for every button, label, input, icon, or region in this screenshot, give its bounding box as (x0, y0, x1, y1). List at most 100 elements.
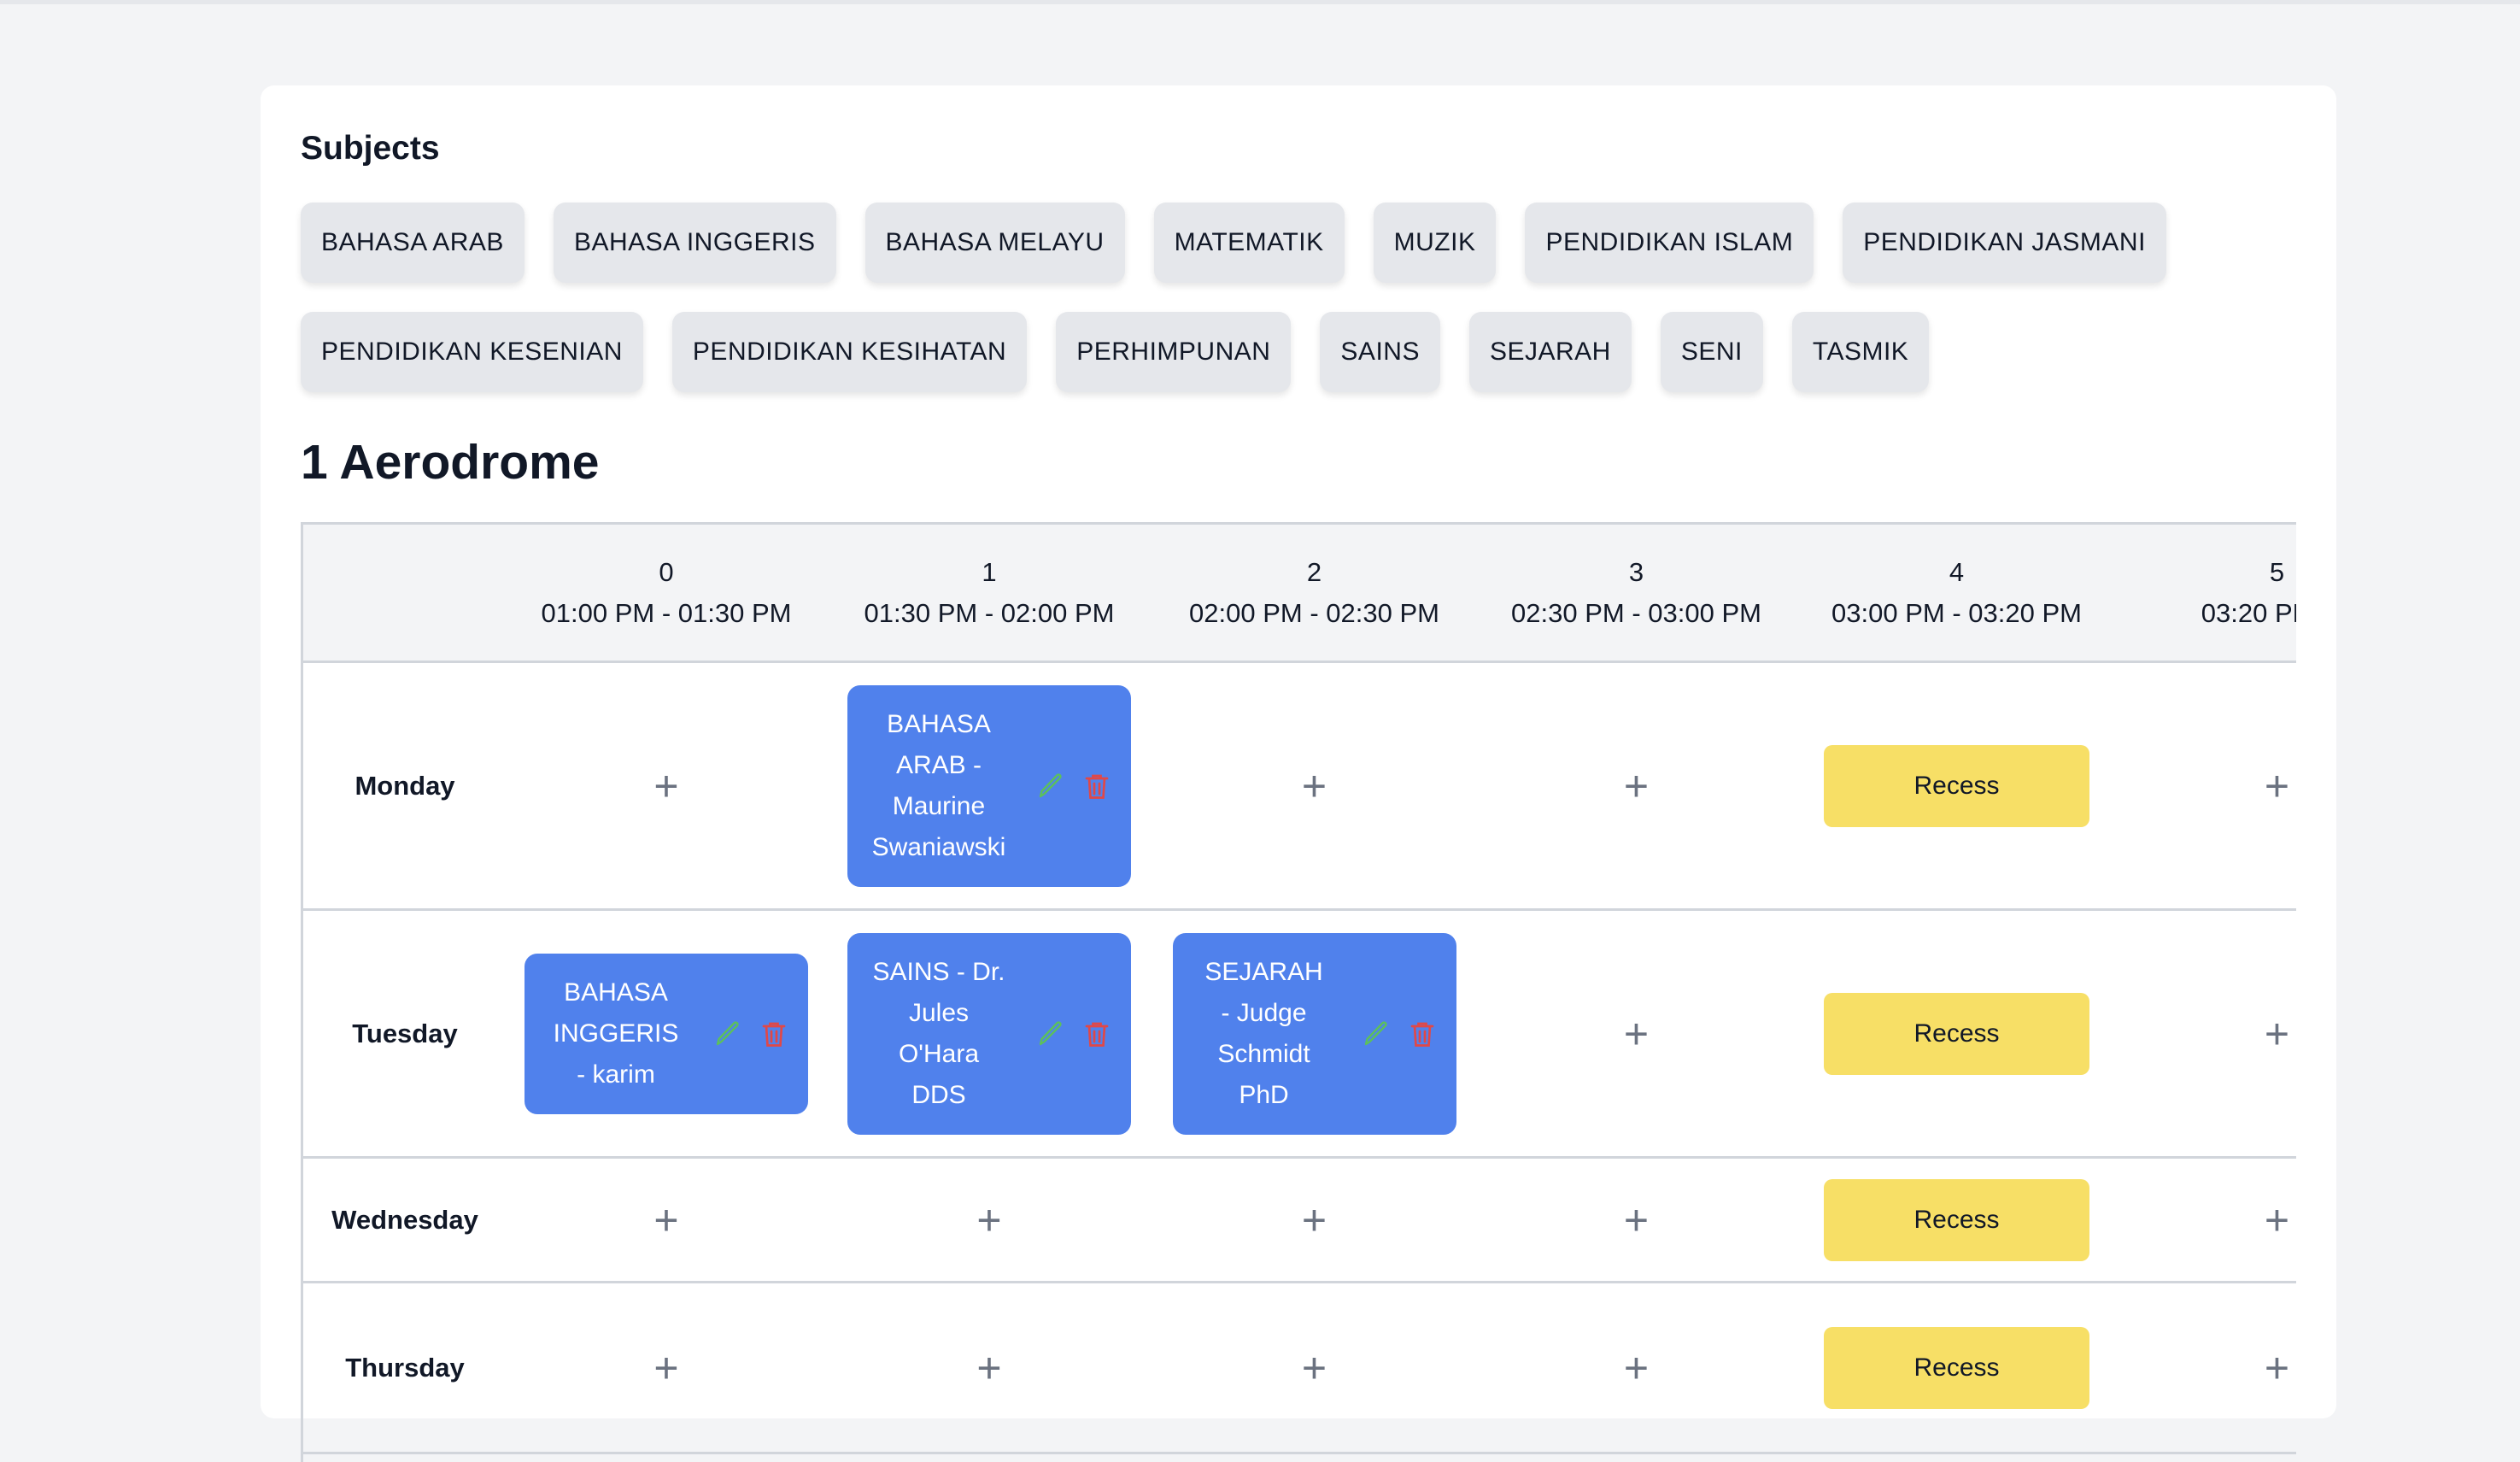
add-lesson-button[interactable]: + (653, 765, 678, 807)
subject-chip[interactable]: SAINS (1320, 312, 1440, 392)
slot-cell: BAHASA ARAB - Maurine Swaniawski (826, 663, 1152, 908)
subject-chip[interactable]: SENI (1660, 312, 1763, 392)
slot-cell: Recess (1796, 663, 2117, 908)
lesson-line: O'Hara (898, 1039, 980, 1068)
trash-icon[interactable] (759, 1017, 789, 1051)
period-time: 01:00 PM - 01:30 PM (541, 597, 792, 628)
period-header: 2 02:00 PM - 02:30 PM (1152, 525, 1476, 661)
subject-chips: BAHASA ARAB BAHASA INGGERIS BAHASA MELAYU M… (301, 203, 2265, 392)
slot-cell: + (2117, 1283, 2296, 1452)
add-lesson-button[interactable]: + (1624, 1199, 1649, 1242)
add-lesson-button[interactable]: + (976, 1199, 1001, 1242)
subject-chip[interactable]: BAHASA MELAYU (864, 203, 1125, 283)
slot-cell: SAINS - Dr. Jules O'Hara DDS (826, 911, 1152, 1156)
lesson-card[interactable]: SEJARAH - Judge Schmidt PhD (1172, 932, 1456, 1135)
slot-cell: Recess (1796, 1283, 2117, 1452)
subjects-heading: Subjects (301, 130, 440, 167)
add-lesson-button[interactable]: + (2265, 1199, 2289, 1242)
period-header: 5 03:20 PM - 0 (2117, 525, 2296, 661)
lesson-line: ARAB - (895, 750, 982, 779)
period-time: 02:30 PM - 03:00 PM (1511, 597, 1761, 628)
slot-cell: Recess (1796, 1159, 2117, 1281)
lesson-card[interactable]: BAHASA ARAB - Maurine Swaniawski (847, 684, 1131, 887)
add-lesson-button[interactable]: + (1624, 1347, 1649, 1389)
day-cell: Monday (303, 663, 507, 908)
lesson-line: PhD (1239, 1080, 1289, 1109)
day-cell: Tuesday (303, 911, 507, 1156)
day-cell: Thursday (303, 1283, 507, 1452)
period-time: 03:00 PM - 03:20 PM (1831, 597, 2082, 628)
period-index: 0 (659, 556, 674, 587)
day-label: Thursday (345, 1352, 465, 1383)
add-lesson-button[interactable]: + (1302, 1199, 1327, 1242)
add-lesson-button[interactable]: + (2265, 765, 2289, 807)
recess-block: Recess (1824, 1178, 2089, 1261)
pencil-icon[interactable] (1035, 1017, 1066, 1051)
lesson-line: Jules (908, 998, 970, 1027)
period-time: 01:30 PM - 02:00 PM (864, 597, 1115, 628)
lesson-line: BAHASA (887, 709, 991, 738)
slot-cell: + (2117, 1159, 2296, 1281)
add-lesson-button[interactable]: + (2265, 1347, 2289, 1389)
lesson-card[interactable]: SAINS - Dr. Jules O'Hara DDS (847, 932, 1131, 1135)
add-lesson-button[interactable]: + (653, 1347, 678, 1389)
subject-chip[interactable]: MUZIK (1373, 203, 1497, 283)
lesson-card[interactable]: BAHASA INGGERIS - karim (525, 953, 808, 1114)
day-cell: Wednesday (303, 1159, 507, 1281)
period-header: 0 01:00 PM - 01:30 PM (507, 525, 826, 661)
lesson-line: SEJARAH (1204, 957, 1323, 986)
slot-cell: + (826, 1283, 1152, 1452)
subject-chip[interactable]: PENDIDIKAN KESENIAN (301, 312, 643, 392)
lesson-text: SEJARAH - Judge Schmidt PhD (1183, 952, 1345, 1116)
slot-cell: + (1152, 1283, 1476, 1452)
subject-chip[interactable]: BAHASA ARAB (301, 203, 525, 283)
slot-cell: + (1476, 1159, 1796, 1281)
lesson-text: BAHASA ARAB - Maurine Swaniawski (858, 704, 1020, 868)
slot-cell: + (507, 663, 826, 908)
subject-chip[interactable]: TASMIK (1791, 312, 1930, 392)
period-index: 3 (1628, 556, 1644, 587)
subject-chip[interactable]: PENDIDIKAN KESIHATAN (671, 312, 1028, 392)
period-index: 2 (1306, 556, 1322, 587)
lesson-line: Maurine (892, 791, 986, 820)
add-lesson-button[interactable]: + (2265, 1013, 2289, 1055)
lesson-line: INGGERIS (553, 1019, 679, 1048)
period-index: 4 (1949, 556, 1965, 587)
trash-icon[interactable] (1407, 1017, 1438, 1051)
day-row: Thursday + + + + Recess + (303, 1283, 2296, 1454)
subject-chip[interactable]: PENDIDIKAN ISLAM (1525, 203, 1814, 283)
lesson-text: SAINS - Dr. Jules O'Hara DDS (858, 952, 1020, 1116)
slot-cell: + (1476, 1283, 1796, 1452)
period-header: 1 01:30 PM - 02:00 PM (826, 525, 1152, 661)
slot-cell: + (1476, 911, 1796, 1156)
subject-chip[interactable]: PENDIDIKAN JASMANI (1843, 203, 2166, 283)
timetable-panel: Subjects BAHASA ARAB BAHASA INGGERIS BAHAS… (261, 85, 2336, 1462)
timetable-grid: 0 01:00 PM - 01:30 PM 1 01:30 PM - 02:00 PM… (301, 522, 2296, 1462)
pencil-icon[interactable] (1035, 769, 1066, 803)
top-border (0, 0, 2520, 4)
lesson-text: BAHASA INGGERIS - karim (535, 972, 697, 1095)
add-lesson-button[interactable]: + (1624, 1013, 1649, 1055)
trash-icon[interactable] (1081, 769, 1112, 803)
lesson-line: BAHASA (564, 978, 668, 1007)
slot-cell: + (2117, 663, 2296, 908)
subject-chip[interactable]: BAHASA INGGERIS (553, 203, 836, 283)
period-header: 3 02:30 PM - 03:00 PM (1476, 525, 1796, 661)
pencil-icon[interactable] (712, 1017, 743, 1051)
period-index: 1 (982, 556, 997, 587)
subject-chip[interactable]: PERHIMPUNAN (1056, 312, 1292, 392)
pencil-icon[interactable] (1361, 1017, 1392, 1051)
day-label: Monday (355, 770, 455, 801)
add-lesson-button[interactable]: + (976, 1347, 1001, 1389)
trash-icon[interactable] (1081, 1017, 1112, 1051)
add-lesson-button[interactable]: + (1624, 765, 1649, 807)
slot-cell: + (1476, 663, 1796, 908)
day-label: Tuesday (352, 1018, 458, 1048)
add-lesson-button[interactable]: + (653, 1199, 678, 1242)
slot-cell: SEJARAH - Judge Schmidt PhD (1152, 911, 1476, 1156)
add-lesson-button[interactable]: + (1302, 765, 1327, 807)
slot-cell: + (2117, 911, 2296, 1156)
add-lesson-button[interactable]: + (1302, 1347, 1327, 1389)
subject-chip[interactable]: MATEMATIK (1153, 203, 1345, 283)
subject-chip[interactable]: SEJARAH (1468, 312, 1632, 392)
